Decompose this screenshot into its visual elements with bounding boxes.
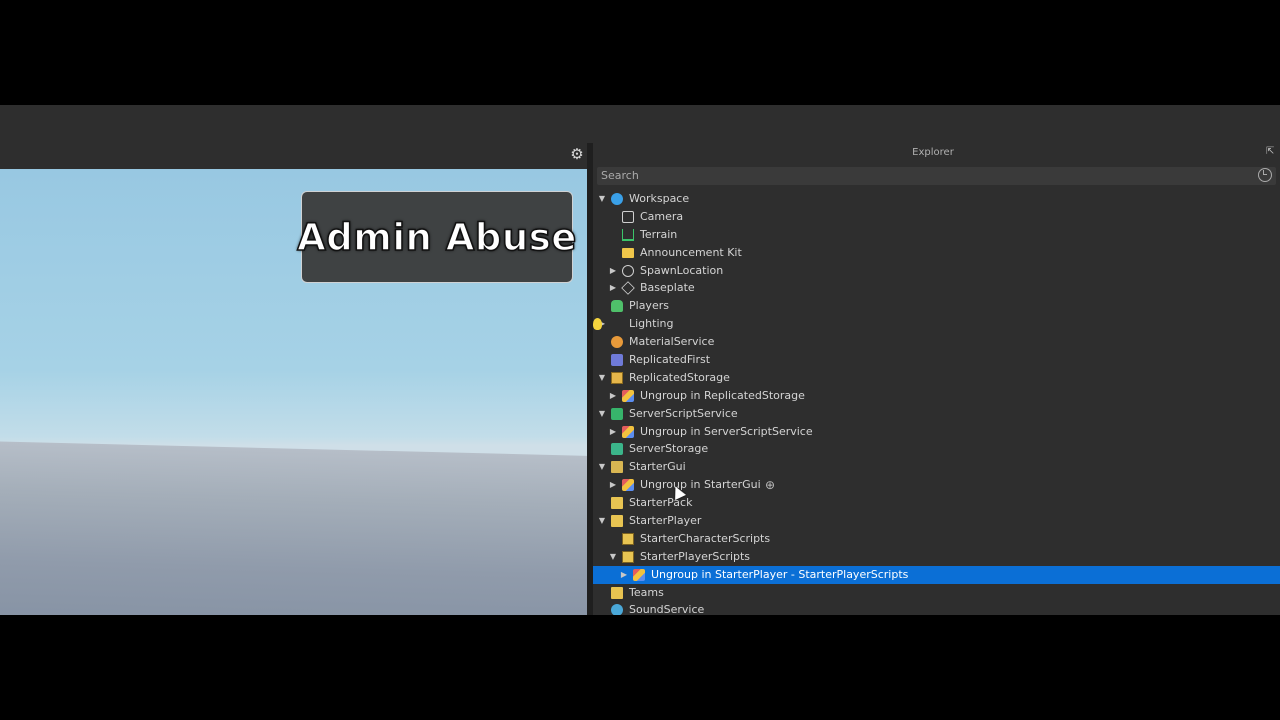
tree-item-label: StarterPlayer — [629, 514, 702, 528]
players-icon — [611, 300, 623, 313]
starter-scripts-icon — [622, 550, 634, 563]
tree-item[interactable]: ▶ Ungroup in ReplicatedStorage — [593, 387, 1280, 405]
search-input[interactable]: Search — [597, 167, 1276, 185]
lighting-icon — [593, 318, 602, 331]
workspace-icon — [611, 193, 623, 205]
tree-item-label: Ungroup in StarterPlayer - StarterPlayer… — [651, 567, 909, 581]
tree-item[interactable]: SoundService — [593, 601, 1280, 615]
material-service-icon — [611, 336, 623, 349]
tree-item[interactable]: ▶ Baseplate — [593, 279, 1280, 297]
tree-item-label: Ungroup in ReplicatedStorage — [640, 388, 805, 402]
tree-item-label: Ungroup in StarterGui — [640, 478, 761, 492]
tree-item-label: Terrain — [640, 227, 678, 241]
chevron-down-icon[interactable]: ▼ — [597, 369, 607, 387]
chevron-down-icon[interactable]: ▼ — [597, 458, 607, 476]
tree-item-label: StarterCharacterScripts — [640, 531, 771, 545]
chevron-right-icon[interactable]: ▶ — [608, 423, 618, 441]
chevron-right-icon[interactable]: ▶ — [608, 476, 618, 494]
tree-item-label: StarterGui — [629, 460, 686, 474]
starter-scripts-icon — [622, 532, 634, 545]
tree-item-label: ServerScriptService — [629, 406, 738, 420]
tree-item-label: MaterialService — [629, 335, 715, 349]
tree-item[interactable]: ▶ Lighting — [593, 315, 1280, 333]
tree-item[interactable]: StarterCharacterScripts — [593, 530, 1280, 548]
search-placeholder: Search — [601, 169, 639, 182]
folder-icon — [622, 247, 634, 258]
server-storage-icon — [611, 443, 623, 456]
starter-pack-icon — [611, 497, 623, 510]
tree-item-label: Baseplate — [640, 281, 695, 295]
tree-item-label: ServerStorage — [629, 442, 709, 456]
gui-title-text: Admin Abuse — [296, 215, 577, 260]
tree-item[interactable]: StarterPack — [593, 494, 1280, 512]
tree-item[interactable]: ▼ Workspace — [593, 190, 1280, 208]
terrain-icon — [622, 228, 634, 241]
tree-item[interactable]: ReplicatedFirst — [593, 351, 1280, 369]
explorer-title: Explorer — [912, 147, 954, 158]
tree-item-label: ReplicatedStorage — [629, 370, 730, 384]
sound-service-icon — [611, 604, 623, 615]
tree-item[interactable]: Announcement Kit — [593, 244, 1280, 262]
top-toolbar — [0, 105, 1280, 143]
tree-item-label: ReplicatedFirst — [629, 353, 711, 367]
tree-item-label: SoundService — [629, 603, 705, 615]
tree-item[interactable]: ▶ SpawnLocation — [593, 262, 1280, 280]
tree-item[interactable]: ▼ ServerScriptService — [593, 405, 1280, 423]
tree-item[interactable]: ▶ Ungroup in ServerScriptService — [593, 423, 1280, 441]
model-icon — [622, 479, 634, 492]
tree-item[interactable]: ▼ StarterPlayerScripts — [593, 548, 1280, 566]
tree-item[interactable]: ▼ StarterPlayer — [593, 512, 1280, 530]
chevron-down-icon[interactable]: ▼ — [597, 405, 607, 423]
gear-icon[interactable]: ⚙ — [569, 146, 585, 162]
tree-item[interactable]: ▶ Ungroup in StarterPlayer - StarterPlaye… — [593, 565, 1280, 584]
part-icon — [621, 281, 635, 296]
tree-item-label: Lighting — [629, 317, 674, 331]
chevron-right-icon[interactable]: ▶ — [608, 279, 618, 297]
camera-icon — [622, 210, 634, 223]
tree-item-label: Players — [629, 299, 669, 313]
tree-item[interactable]: MaterialService — [593, 333, 1280, 351]
chevron-down-icon[interactable]: ▼ — [597, 512, 607, 530]
model-icon — [633, 568, 645, 581]
tree-item[interactable]: ▼ ReplicatedStorage — [593, 369, 1280, 387]
tree-item[interactable]: Players — [593, 297, 1280, 315]
spawn-icon — [622, 264, 634, 277]
tree-item-label: Ungroup in ServerScriptService — [640, 424, 813, 438]
tree-item[interactable]: ▼ StarterGui — [593, 458, 1280, 476]
chevron-down-icon[interactable]: ▼ — [608, 548, 618, 566]
tree-item-label: StarterPack — [629, 496, 693, 510]
explorer-panel: Explorer ⇱ Search ▼ Workspace Camera Terrai… — [593, 143, 1280, 615]
chevron-right-icon[interactable]: ▶ — [619, 566, 629, 584]
tree-item-label: Teams — [629, 585, 664, 599]
popout-icon[interactable]: ⇱ — [1266, 147, 1276, 157]
starter-player-icon — [611, 515, 623, 528]
chevron-down-icon[interactable]: ▼ — [597, 190, 607, 208]
admin-abuse-gui-frame[interactable]: Admin Abuse — [296, 191, 577, 283]
tree-item-label: Announcement Kit — [640, 245, 742, 259]
tree-item[interactable]: Camera — [593, 208, 1280, 226]
tree-item-label: StarterPlayerScripts — [640, 549, 751, 563]
model-icon — [622, 425, 634, 438]
tree-item-label: Workspace — [629, 192, 690, 205]
tree-item[interactable]: ServerStorage — [593, 440, 1280, 458]
tree-item-label: SpawnLocation — [640, 263, 724, 277]
server-script-service-icon — [611, 407, 623, 420]
starter-gui-icon — [611, 461, 623, 474]
model-icon — [622, 389, 634, 402]
tree-item[interactable]: ▶ Ungroup in StarterGui ⊕ — [593, 476, 1280, 494]
tree-item[interactable]: Terrain — [593, 226, 1280, 244]
chevron-right-icon[interactable]: ▶ — [608, 262, 618, 280]
replicated-storage-icon — [611, 371, 623, 384]
replicated-first-icon — [611, 354, 623, 367]
add-object-icon[interactable]: ⊕ — [765, 479, 777, 491]
baseplate-ground — [0, 441, 587, 615]
tree-item[interactable]: Teams — [593, 584, 1280, 602]
chevron-right-icon[interactable]: ▶ — [608, 387, 618, 405]
tree-item-label: Camera — [640, 209, 684, 223]
viewport-header — [0, 143, 587, 169]
explorer-tree: ▼ Workspace Camera Terrain Announcement Kit ▶… — [593, 190, 1280, 615]
history-icon[interactable] — [1258, 168, 1272, 182]
teams-icon — [611, 586, 623, 599]
